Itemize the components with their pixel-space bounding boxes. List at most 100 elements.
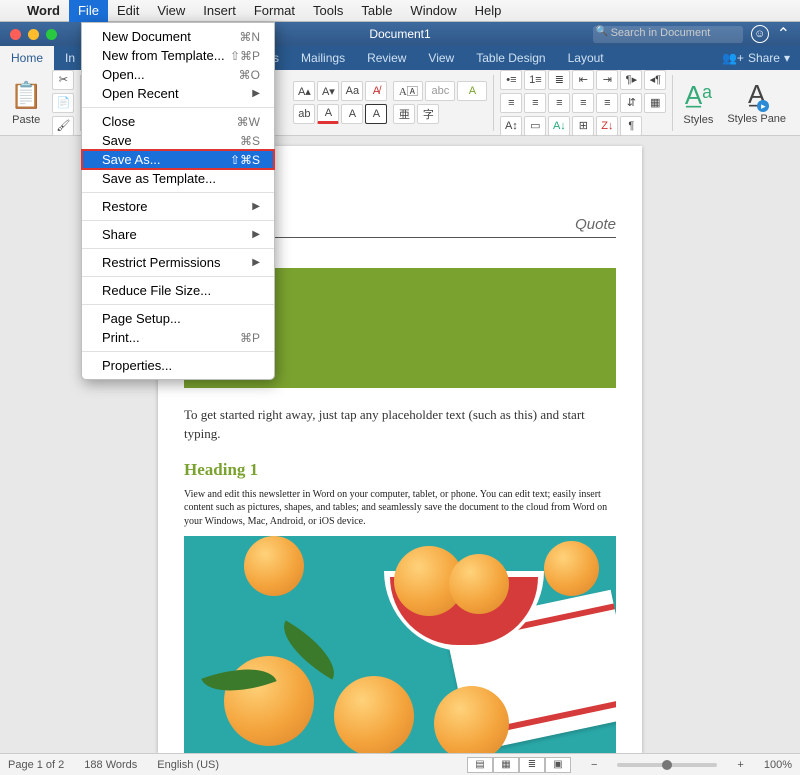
tab-home[interactable]: Home <box>0 46 54 70</box>
cut-icon[interactable]: ✂ <box>52 70 74 90</box>
copy-icon[interactable]: 📄 <box>52 93 74 113</box>
tab-insert[interactable]: In <box>54 46 76 70</box>
status-language[interactable]: English (US) <box>157 759 219 771</box>
menubar-view[interactable]: View <box>148 0 194 22</box>
tab-review[interactable]: Review <box>356 46 417 70</box>
view-mode-buttons: ▤ ▦ ≣ ▣ <box>467 757 571 773</box>
sort-za-icon[interactable]: Z↓ <box>596 116 618 136</box>
status-words[interactable]: 188 Words <box>84 759 137 771</box>
menu-item-reduce-file-size[interactable]: Reduce File Size... <box>82 281 274 300</box>
menubar-format[interactable]: Format <box>245 0 304 22</box>
line-spacing-icon[interactable]: ⇵ <box>620 93 642 113</box>
status-bar: Page 1 of 2 188 Words English (US) ▤ ▦ ≣… <box>0 753 800 775</box>
menubar-help[interactable]: Help <box>466 0 511 22</box>
styles-pane-group[interactable]: A̲▸ Styles Pane <box>723 79 790 125</box>
clear-format-icon[interactable]: A̸ <box>365 81 387 101</box>
font-color-icon[interactable]: A <box>317 104 339 124</box>
menubar-tools[interactable]: Tools <box>304 0 352 22</box>
align-right-icon[interactable]: ≡ <box>548 93 570 113</box>
status-page[interactable]: Page 1 of 2 <box>8 759 64 771</box>
menubar-app[interactable]: Word <box>18 0 69 22</box>
styles-group[interactable]: A̲ᵃ Styles <box>679 80 717 126</box>
tab-table-design[interactable]: Table Design <box>465 46 556 70</box>
tab-layout[interactable]: Layout <box>557 46 615 70</box>
show-marks-icon[interactable]: ¶ <box>620 116 642 136</box>
titlebar-caret-icon[interactable]: ⌃ <box>777 24 790 44</box>
char-border-icon[interactable]: A <box>365 104 387 124</box>
heading-1[interactable]: Heading 1 <box>184 460 616 480</box>
text-direction-icon[interactable]: A↕ <box>500 116 522 136</box>
menubar-window[interactable]: Window <box>401 0 465 22</box>
minimize-window-icon[interactable] <box>28 29 39 40</box>
menu-item-new-from-template[interactable]: New from Template...⇧⌘P <box>82 46 274 65</box>
paste-group[interactable]: 📋 Paste <box>6 80 46 126</box>
menu-item-properties[interactable]: Properties... <box>82 356 274 375</box>
increase-indent-icon[interactable]: ⇥ <box>596 70 618 90</box>
bullets-icon[interactable]: •≡ <box>500 70 522 90</box>
menubar-table[interactable]: Table <box>352 0 401 22</box>
style-gallery-3[interactable]: A <box>457 81 487 101</box>
distributed-icon[interactable]: ≡ <box>596 93 618 113</box>
highlight-icon[interactable]: ab <box>293 104 315 124</box>
zoom-slider[interactable] <box>617 763 717 767</box>
menu-item-save[interactable]: Save⌘S <box>82 131 274 150</box>
menu-item-open-recent[interactable]: Open Recent▶ <box>82 84 274 103</box>
account-icon[interactable]: ☺ <box>751 25 769 43</box>
print-layout-view-icon[interactable]: ▤ <box>467 757 493 773</box>
ltr-icon[interactable]: ¶▸ <box>620 70 642 90</box>
menubar-file[interactable]: File <box>69 0 108 22</box>
menu-item-close[interactable]: Close⌘W <box>82 112 274 131</box>
enclose-char-icon[interactable]: 字 <box>417 104 439 124</box>
style-gallery-1[interactable]: A🄰 <box>393 81 423 101</box>
menu-item-page-setup[interactable]: Page Setup... <box>82 309 274 328</box>
menu-item-restrict-permissions[interactable]: Restrict Permissions▶ <box>82 253 274 272</box>
style-gallery-2[interactable]: abc <box>425 81 455 101</box>
intro-text[interactable]: To get started right away, just tap any … <box>184 406 616 444</box>
menu-item-share[interactable]: Share▶ <box>82 225 274 244</box>
inline-image[interactable] <box>184 536 616 753</box>
char-shading-icon[interactable]: A <box>341 104 363 124</box>
focus-view-icon[interactable]: ▣ <box>545 757 571 773</box>
rtl-icon[interactable]: ◂¶ <box>644 70 666 90</box>
shading-icon[interactable]: ▦ <box>644 93 666 113</box>
decrease-indent-icon[interactable]: ⇤ <box>572 70 594 90</box>
outline-view-icon[interactable]: ≣ <box>519 757 545 773</box>
web-layout-view-icon[interactable]: ▦ <box>493 757 519 773</box>
zoom-in-icon[interactable]: + <box>737 759 743 771</box>
styles-icon: A̲ᵃ <box>685 80 712 111</box>
tab-mailings[interactable]: Mailings <box>290 46 356 70</box>
sort-icon[interactable]: A↓ <box>548 116 570 136</box>
font-size-down-icon[interactable]: A▾ <box>317 81 339 101</box>
phonetic-guide-icon[interactable]: 亜 <box>393 104 415 124</box>
tab-view[interactable]: View <box>417 46 465 70</box>
borders-icon[interactable]: ⊞ <box>572 116 594 136</box>
body-paragraph-1[interactable]: View and edit this newsletter in Word on… <box>184 488 616 529</box>
numbering-icon[interactable]: 1≡ <box>524 70 546 90</box>
menu-item-save-as-template[interactable]: Save as Template... <box>82 169 274 188</box>
align-center-icon[interactable]: ≡ <box>524 93 546 113</box>
menu-item-print[interactable]: Print...⌘P <box>82 328 274 347</box>
format-painter-icon[interactable]: 🖌 <box>52 116 74 136</box>
menubar-edit[interactable]: Edit <box>108 0 148 22</box>
paste-icon: 📋 <box>10 80 42 111</box>
share-button[interactable]: 👥+Share ▾ <box>711 46 800 70</box>
close-window-icon[interactable] <box>10 29 21 40</box>
cell-margins-icon[interactable]: ▭ <box>524 116 546 136</box>
document-title: Document1 <box>369 27 430 41</box>
menu-item-save-as[interactable]: Save As...⇧⌘S <box>82 150 274 169</box>
maximize-window-icon[interactable] <box>46 29 57 40</box>
menu-item-new-document[interactable]: New Document⌘N <box>82 27 274 46</box>
menu-item-restore[interactable]: Restore▶ <box>82 197 274 216</box>
zoom-out-icon[interactable]: − <box>591 759 597 771</box>
align-left-icon[interactable]: ≡ <box>500 93 522 113</box>
search-input[interactable]: Search in Document <box>593 26 743 43</box>
justify-icon[interactable]: ≡ <box>572 93 594 113</box>
menubar-insert[interactable]: Insert <box>194 0 245 22</box>
menu-item-open[interactable]: Open...⌘O <box>82 65 274 84</box>
zoom-level[interactable]: 100% <box>764 759 792 771</box>
multilevel-list-icon[interactable]: ≣ <box>548 70 570 90</box>
font-size-up-icon[interactable]: A▴ <box>293 81 315 101</box>
file-menu: New Document⌘NNew from Template...⇧⌘POpe… <box>81 22 275 380</box>
paste-label: Paste <box>12 114 40 126</box>
change-case-icon[interactable]: Aa <box>341 81 363 101</box>
